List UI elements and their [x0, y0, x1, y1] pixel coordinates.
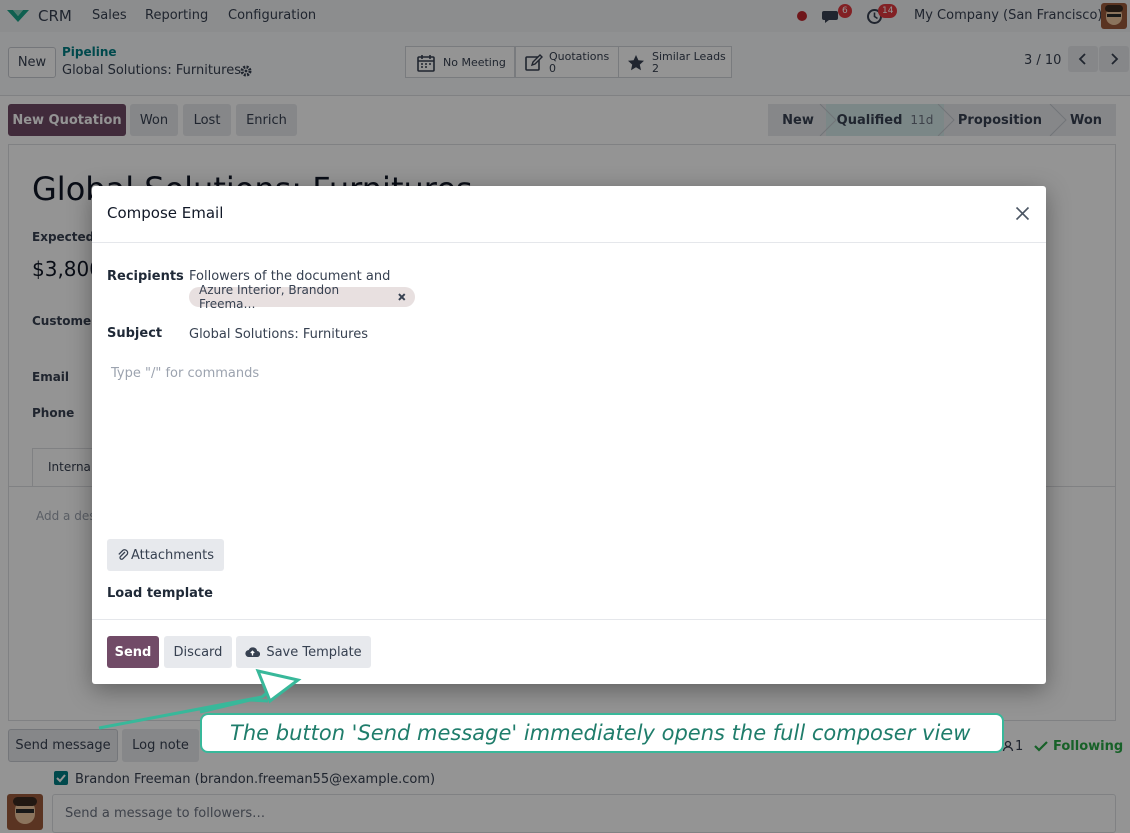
- callout-box: The button 'Send message' immediately op…: [200, 713, 1004, 753]
- callout-text: The button 'Send message' immediately op…: [230, 721, 971, 745]
- callout-arrow-icon: [98, 668, 302, 730]
